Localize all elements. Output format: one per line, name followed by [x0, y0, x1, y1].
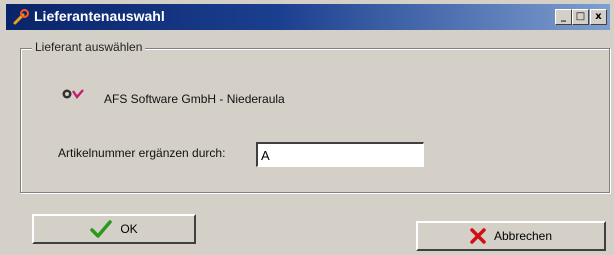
- supplier-name: AFS Software GmbH - Niederaula: [104, 92, 285, 106]
- article-number-input[interactable]: [256, 142, 424, 167]
- ok-button[interactable]: OK: [32, 214, 196, 244]
- minimize-button[interactable]: _: [555, 9, 572, 25]
- article-number-label: Artikelnummer ergänzen durch:: [58, 146, 226, 160]
- wrench-icon: [13, 9, 29, 25]
- supplier-group-box: [20, 48, 610, 193]
- window-title: Lieferantenauswahl: [34, 8, 165, 24]
- checkmark-icon: [90, 220, 113, 238]
- cancel-button-label: Abbrechen: [493, 229, 553, 243]
- maximize-button[interactable]: □: [572, 9, 589, 25]
- red-x-icon: [470, 228, 486, 244]
- afs-logo-icon: [62, 89, 84, 99]
- close-button[interactable]: x: [590, 9, 607, 25]
- cancel-button[interactable]: Abbrechen: [416, 221, 606, 251]
- group-legend: Lieferant auswählen: [32, 40, 146, 54]
- ok-button-label: OK: [120, 222, 138, 236]
- title-bar[interactable]: Lieferantenauswahl _ □ x: [6, 4, 610, 30]
- supplier-selection-dialog: Lieferantenauswahl _ □ x Lieferant auswä…: [0, 0, 614, 255]
